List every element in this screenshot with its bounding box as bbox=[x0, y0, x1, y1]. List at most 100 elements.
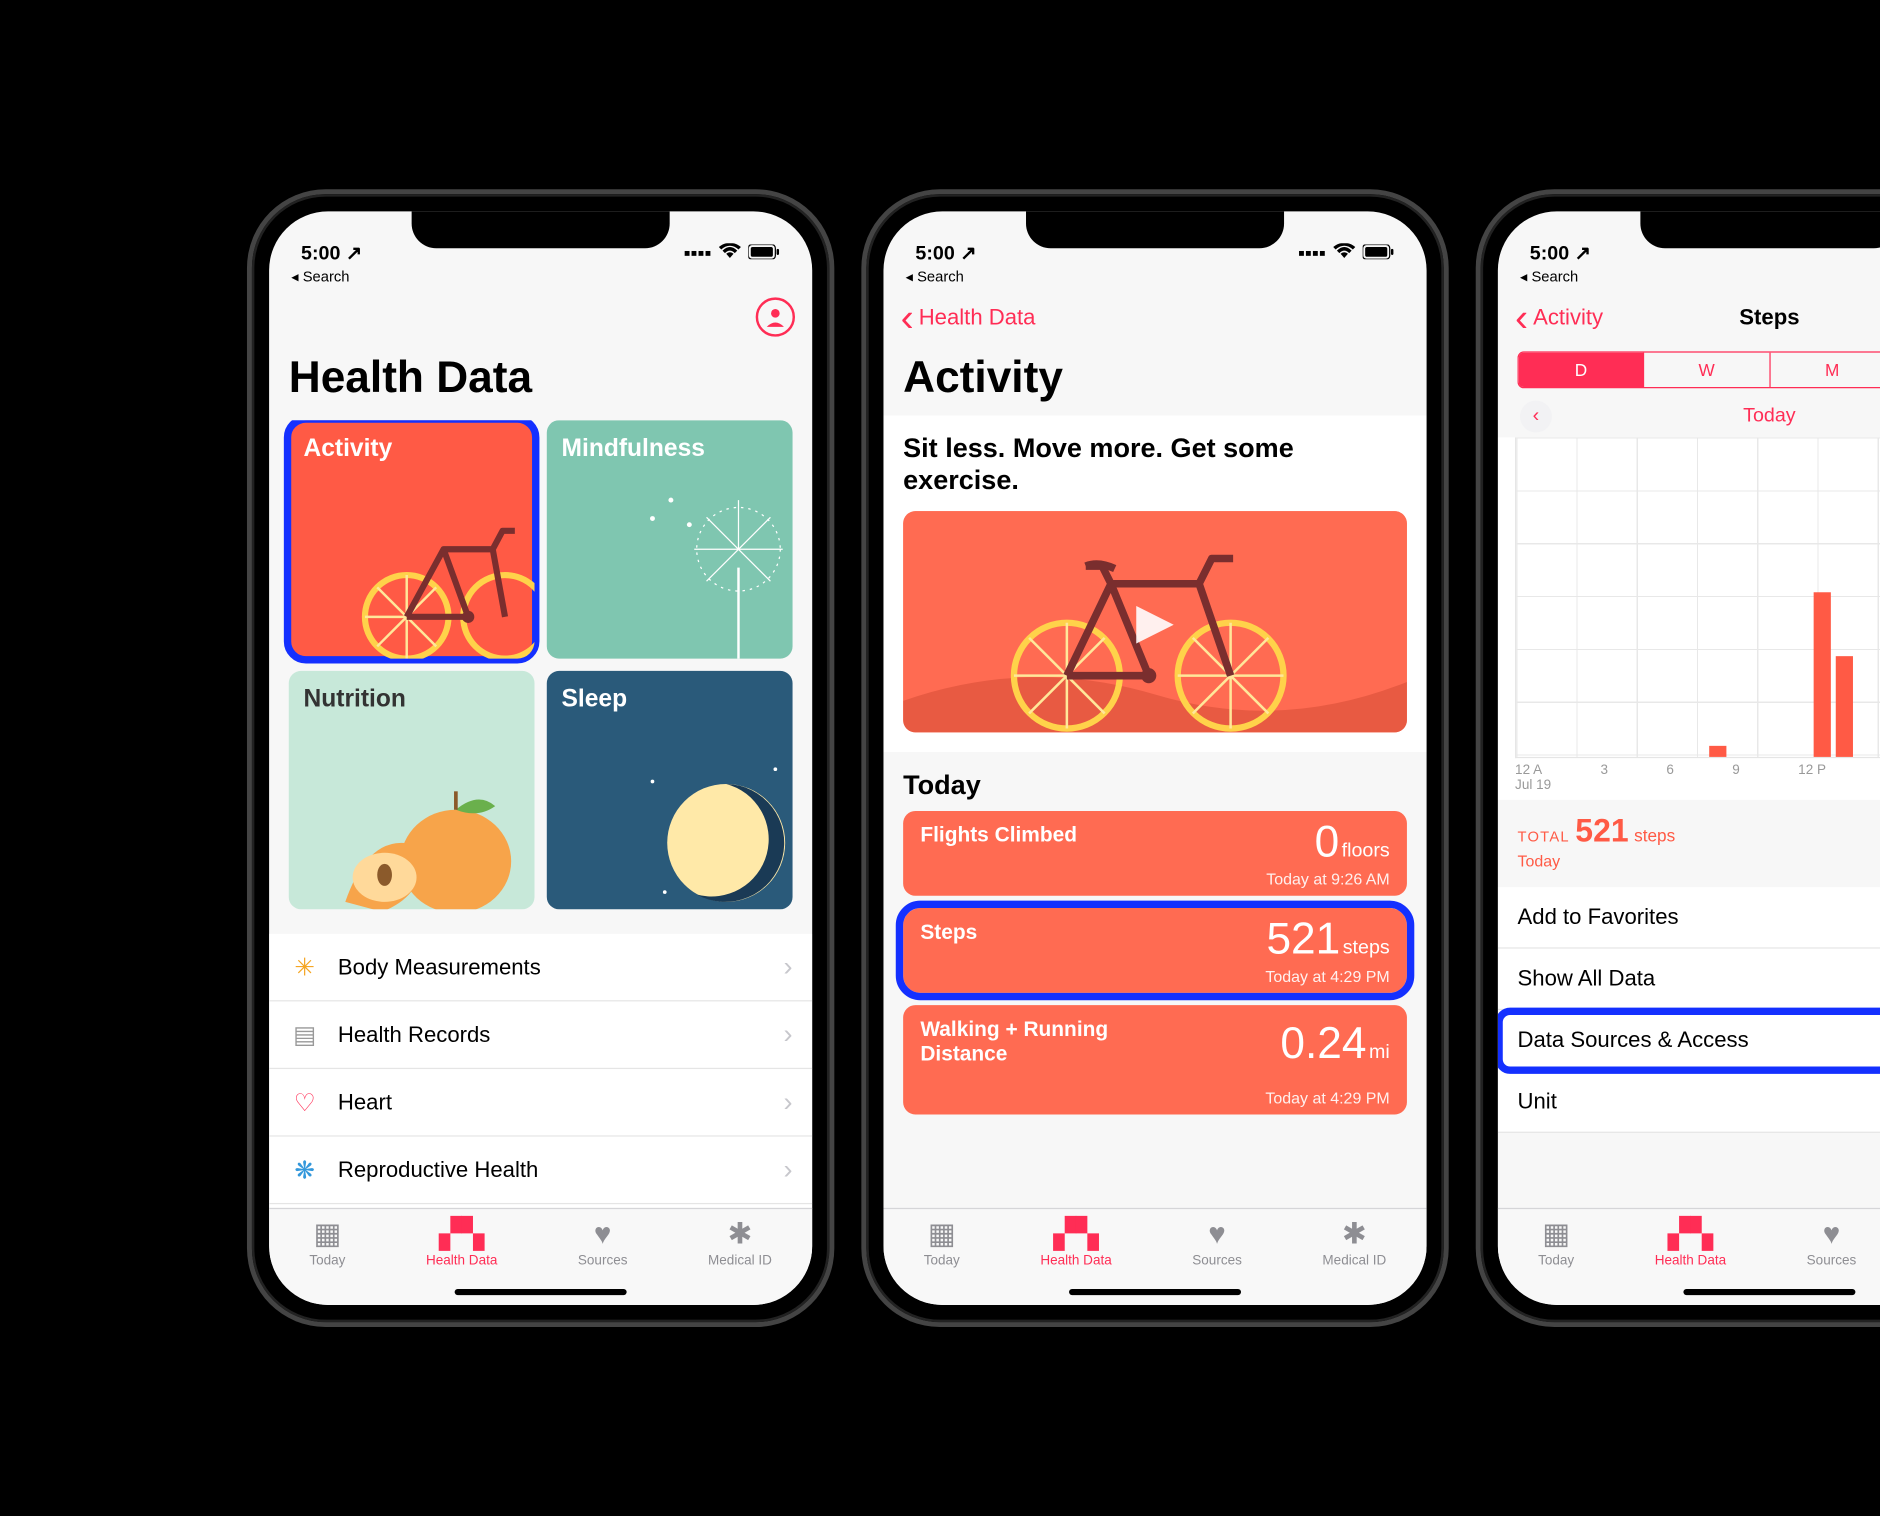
bicycle-icon bbox=[358, 506, 535, 658]
asterisk-icon: ✱ bbox=[728, 1219, 753, 1251]
tab-label: Sources bbox=[1192, 1253, 1242, 1268]
tab-label: Sources bbox=[578, 1253, 628, 1268]
promo-video[interactable]: ▶ bbox=[903, 511, 1407, 732]
seg-month[interactable]: M bbox=[1770, 353, 1880, 387]
tab-label: Health Data bbox=[1040, 1253, 1111, 1268]
row-label: Add to Favorites bbox=[1518, 904, 1679, 930]
today-header: Today bbox=[903, 769, 1407, 801]
back-activity[interactable]: Activity bbox=[1515, 304, 1603, 330]
moon-icon bbox=[628, 745, 793, 910]
grid-icon: ▞▚ bbox=[439, 1219, 484, 1251]
notch bbox=[1640, 211, 1880, 248]
status-right: ▪▪▪▪ bbox=[684, 243, 781, 265]
tab-today[interactable]: ▦Today bbox=[924, 1219, 960, 1268]
row-heart[interactable]: ♡Heart› bbox=[269, 1069, 812, 1137]
stat-distance[interactable]: Walking + Running Distance 0.24mi Today … bbox=[903, 1005, 1407, 1114]
stat-value: 0floors bbox=[1315, 816, 1390, 868]
row-label: Heart bbox=[338, 1089, 392, 1115]
home-indicator[interactable] bbox=[455, 1289, 627, 1295]
back-search[interactable]: Search bbox=[1498, 268, 1880, 290]
tile-label: Sleep bbox=[562, 686, 628, 713]
tab-medical-id[interactable]: ✱ Medical ID bbox=[1322, 1219, 1386, 1268]
back-search[interactable]: Search bbox=[269, 268, 812, 290]
stat-value: 521steps bbox=[1266, 913, 1389, 965]
peach-icon bbox=[333, 757, 535, 909]
stat-flights[interactable]: Flights Climbed 0floors Today at 9:26 AM bbox=[903, 811, 1407, 896]
tile-mindfulness[interactable]: Mindfulness bbox=[547, 420, 793, 658]
tab-today[interactable]: ▦ Today bbox=[309, 1219, 345, 1268]
chevron-icon: › bbox=[784, 951, 793, 983]
phone-steps: 5:00 ↗ ▪▪▪▪ Search Activity Steps + D W … bbox=[1481, 194, 1880, 1322]
prev-date[interactable]: ‹ bbox=[1520, 401, 1552, 433]
calendar-icon: ▦ bbox=[313, 1219, 341, 1251]
tab-today[interactable]: ▦Today bbox=[1538, 1219, 1574, 1268]
tab-label: Today bbox=[309, 1253, 345, 1268]
stat-time: Today at 4:29 PM bbox=[920, 967, 1389, 985]
promo-text: Sit less. Move more. Get some exercise. bbox=[903, 433, 1407, 497]
cellular-icon: ▪▪▪▪ bbox=[684, 243, 712, 265]
back-health-data[interactable]: Health Data bbox=[901, 304, 1036, 330]
nav-bar: Activity Steps + bbox=[1498, 290, 1880, 344]
row-label: Data Sources & Access bbox=[1518, 1027, 1749, 1053]
row-show-all[interactable]: Show All Data› bbox=[1498, 949, 1880, 1010]
stat-steps[interactable]: Steps 521steps Today at 4:29 PM bbox=[903, 908, 1407, 993]
home-indicator[interactable] bbox=[1683, 1289, 1855, 1295]
row-health-records[interactable]: ▤Health Records› bbox=[269, 1001, 812, 1069]
seg-week[interactable]: W bbox=[1644, 353, 1770, 387]
page-title: Activity bbox=[903, 351, 1407, 403]
total-summary: TOTAL 521 steps Today bbox=[1518, 812, 1880, 872]
date-nav: ‹ Today › bbox=[1498, 396, 1880, 438]
date-label: Today bbox=[1743, 405, 1795, 427]
heart-down-icon: ♥ bbox=[1823, 1219, 1841, 1251]
chart-date: Jul 19 bbox=[1515, 778, 1880, 793]
nav-bar bbox=[269, 290, 812, 344]
tab-health-data[interactable]: ▞▚ Health Data bbox=[1040, 1219, 1111, 1268]
heart-down-icon: ♥ bbox=[594, 1219, 612, 1251]
home-indicator[interactable] bbox=[1069, 1289, 1241, 1295]
row-body-measurements[interactable]: ✳︎ Body Measurements › bbox=[269, 934, 812, 1002]
tile-activity[interactable]: Activity bbox=[289, 420, 535, 658]
tab-health-data[interactable]: ▞▚Health Data bbox=[426, 1219, 497, 1268]
row-label: Reproductive Health bbox=[338, 1157, 538, 1183]
grid-icon: ▞▚ bbox=[1668, 1219, 1713, 1251]
tab-sources[interactable]: ♥Sources bbox=[1807, 1219, 1857, 1268]
tab-sources[interactable]: ♥ Sources bbox=[578, 1219, 628, 1268]
stat-time: Today at 4:29 PM bbox=[920, 1089, 1389, 1107]
row-label: Body Measurements bbox=[338, 954, 541, 980]
wifi-icon bbox=[719, 243, 741, 265]
tab-health-data[interactable]: ▞▚ Health Data bbox=[1655, 1219, 1726, 1268]
tile-nutrition[interactable]: Nutrition bbox=[289, 671, 535, 909]
wifi-icon bbox=[1333, 243, 1355, 265]
records-icon: ▤ bbox=[289, 1019, 321, 1050]
stat-label: Walking + Running Distance bbox=[920, 1017, 1141, 1066]
chevron-icon: › bbox=[784, 1019, 793, 1051]
dandelion-icon bbox=[628, 482, 793, 659]
asterisk-icon: ✱ bbox=[1342, 1219, 1367, 1251]
heart-down-icon: ♥ bbox=[1208, 1219, 1226, 1251]
status-right: ▪▪▪▪ bbox=[1298, 243, 1395, 265]
tab-label: Medical ID bbox=[1322, 1253, 1386, 1268]
tile-sleep[interactable]: Sleep bbox=[547, 671, 793, 909]
tab-sources[interactable]: ♥ Sources bbox=[1192, 1219, 1242, 1268]
phone-health-data: 5:00 ↗ ▪▪▪▪ Search Health Data Activity bbox=[252, 194, 830, 1322]
row-data-sources[interactable]: Data Sources & Access› bbox=[1498, 1010, 1880, 1071]
tab-label: Health Data bbox=[1655, 1253, 1726, 1268]
row-reproductive[interactable]: ❋Reproductive Health› bbox=[269, 1137, 812, 1205]
cellular-icon: ▪▪▪▪ bbox=[1298, 243, 1326, 265]
seg-day[interactable]: D bbox=[1519, 353, 1645, 387]
tab-medical-id[interactable]: ✱Medical ID bbox=[708, 1219, 772, 1268]
row-unit[interactable]: UnitSteps bbox=[1498, 1071, 1880, 1132]
back-search[interactable]: Search bbox=[883, 268, 1426, 290]
row-favorites[interactable]: Add to Favorites bbox=[1498, 887, 1880, 948]
chevron-icon: › bbox=[784, 1086, 793, 1118]
nav-bar: Health Data bbox=[883, 290, 1426, 344]
x-axis-ticks: 12 A36912 P369 bbox=[1515, 763, 1880, 778]
tile-label: Mindfulness bbox=[562, 435, 705, 462]
notch bbox=[1026, 211, 1284, 248]
profile-icon[interactable] bbox=[756, 297, 795, 336]
tab-label: Today bbox=[924, 1253, 960, 1268]
play-icon: ▶ bbox=[1136, 593, 1174, 650]
row-label: Unit bbox=[1518, 1089, 1557, 1115]
grid-icon: ▞▚ bbox=[1053, 1219, 1098, 1251]
body-icon: ✳︎ bbox=[289, 952, 321, 983]
